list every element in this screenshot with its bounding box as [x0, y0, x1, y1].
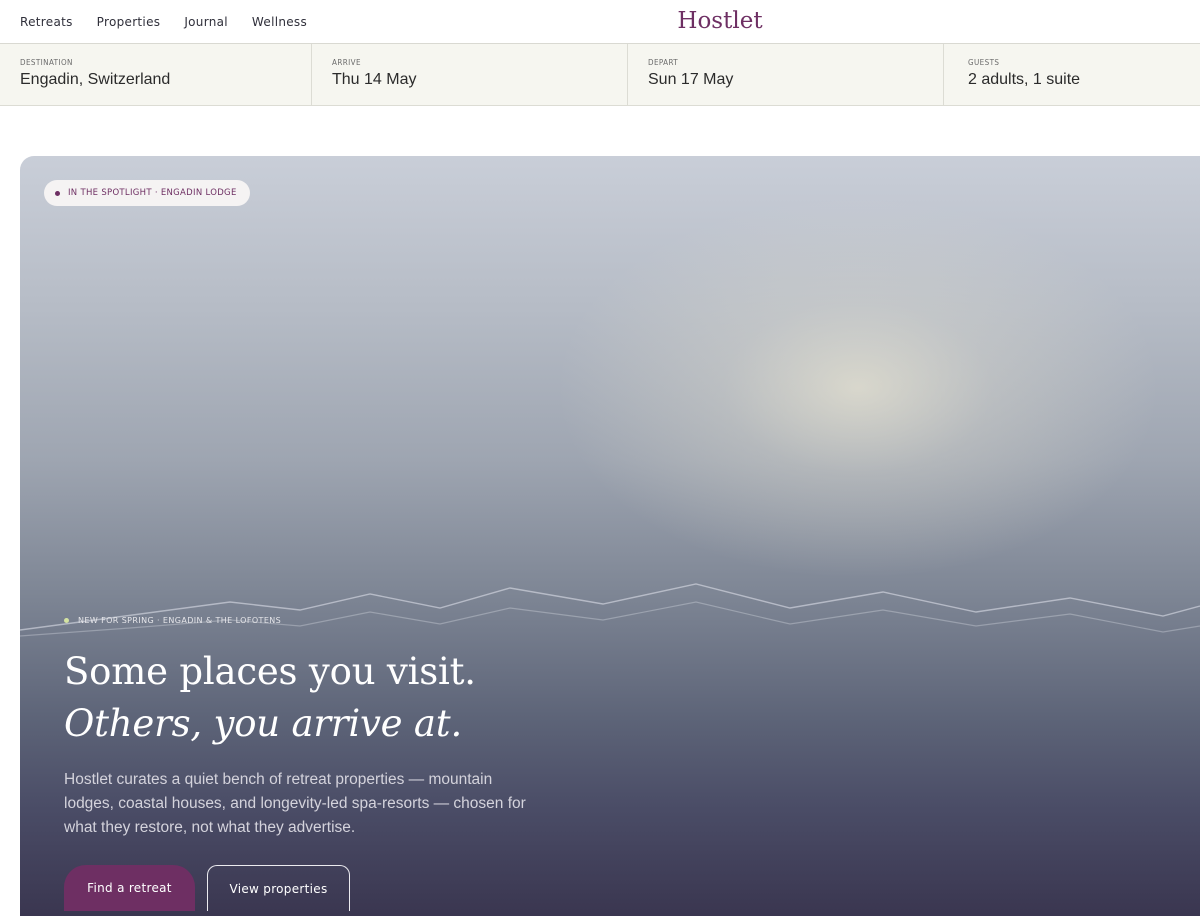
nav-link-wellness[interactable]: Wellness	[252, 15, 307, 29]
eyebrow-dot-icon	[64, 618, 69, 623]
hero-headline-line-1: Some places you visit.	[64, 650, 476, 693]
brand-logo[interactable]: Hostlet	[677, 8, 762, 34]
depart-value[interactable]: Sun 17 May	[648, 71, 923, 89]
top-navigation-bar: Retreats Properties Journal Wellness Hos…	[0, 0, 1200, 44]
booking-search-bar: DESTINATION Engadin, Switzerland ARRIVE …	[0, 44, 1200, 106]
spotlight-dot-icon	[55, 191, 60, 196]
arrive-date-field[interactable]: ARRIVE Thu 14 May	[312, 44, 628, 105]
guests-field[interactable]: GUESTS 2 adults, 1 suite	[944, 44, 1200, 105]
destination-label: DESTINATION	[20, 58, 73, 67]
depart-date-field[interactable]: DEPART Sun 17 May	[628, 44, 944, 105]
hero-description: Hostlet curates a quiet bench of retreat…	[64, 771, 526, 836]
spotlight-badge[interactable]: IN THE SPOTLIGHT · ENGADIN LODGE	[44, 180, 250, 206]
spotlight-text: IN THE SPOTLIGHT · ENGADIN LODGE	[68, 188, 237, 198]
depart-label: DEPART	[648, 58, 679, 67]
nav-link-journal[interactable]: Journal	[184, 15, 228, 29]
hero-headline: Some places you visit. Others, you arriv…	[64, 646, 476, 750]
hero-banner: IN THE SPOTLIGHT · ENGADIN LODGE NEW FOR…	[20, 156, 1200, 916]
view-properties-button[interactable]: View properties	[207, 865, 350, 911]
guests-value[interactable]: 2 adults, 1 suite	[968, 71, 1180, 89]
nav-link-retreats[interactable]: Retreats	[20, 15, 73, 29]
hero-headline-line-2: Others, you arrive at.	[64, 702, 463, 745]
find-a-retreat-button[interactable]: Find a retreat	[64, 865, 195, 911]
arrive-label: ARRIVE	[332, 58, 361, 67]
primary-nav: Retreats Properties Journal Wellness	[20, 0, 307, 43]
arrive-value[interactable]: Thu 14 May	[332, 71, 607, 89]
eyebrow-text: NEW FOR SPRING · ENGADIN & THE LOFOTENS	[78, 616, 282, 625]
guests-label: GUESTS	[968, 58, 1000, 67]
destination-field[interactable]: DESTINATION Engadin, Switzerland	[0, 44, 312, 105]
nav-link-properties[interactable]: Properties	[97, 15, 161, 29]
destination-value[interactable]: Engadin, Switzerland	[20, 71, 291, 89]
hero-eyebrow: NEW FOR SPRING · ENGADIN & THE LOFOTENS	[64, 616, 281, 625]
